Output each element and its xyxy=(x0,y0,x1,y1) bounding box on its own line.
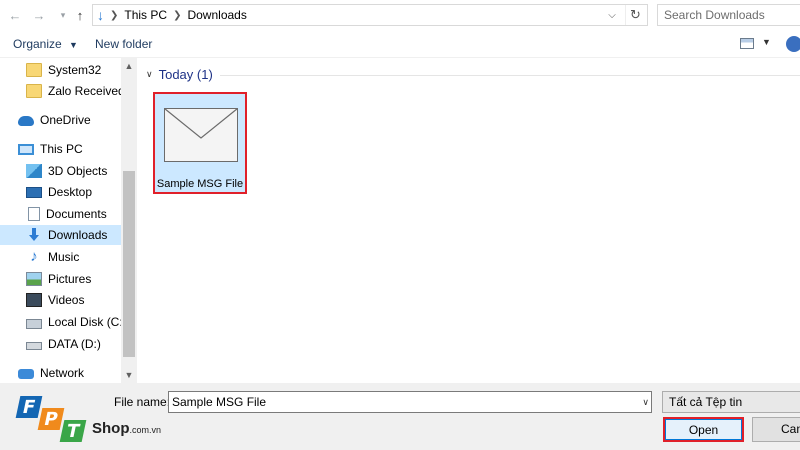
fpt-shop-logo: F P T Shop.com.vn xyxy=(8,390,178,448)
sidebar-item-label: DATA (D:) xyxy=(48,337,101,351)
sidebar-item-label: 3D Objects xyxy=(48,164,108,178)
help-icon[interactable] xyxy=(786,36,800,52)
file-name-input[interactable]: Sample MSG File ∨ xyxy=(168,391,652,413)
scroll-down-icon[interactable]: ▼ xyxy=(121,367,137,383)
desktop-icon xyxy=(26,186,42,198)
sidebar-item-label: Desktop xyxy=(48,185,93,199)
sidebar-item-data-d[interactable]: DATA (D:) xyxy=(0,334,121,354)
chevron-down-icon: ▼ xyxy=(69,40,78,50)
cancel-button[interactable]: Canc xyxy=(752,417,800,442)
pictures-icon xyxy=(26,272,42,286)
file-name-label: Sample MSG File xyxy=(156,178,244,190)
collapse-chevron-icon: ∨ xyxy=(146,69,153,79)
sidebar-item-desktop[interactable]: Desktop xyxy=(0,182,121,202)
downloads-location-icon: ↓ xyxy=(97,7,104,23)
pc-icon xyxy=(18,143,34,155)
forward-arrow-icon[interactable]: → xyxy=(30,6,48,24)
logo-shop-text: Shop.com.vn xyxy=(92,420,161,437)
sidebar-item-label: System32 xyxy=(48,63,102,77)
videos-icon xyxy=(26,293,42,307)
envelope-icon xyxy=(164,108,238,162)
onedrive-icon xyxy=(18,116,34,126)
sidebar-item-videos[interactable]: Videos xyxy=(0,290,121,310)
back-arrow-icon[interactable]: ← xyxy=(6,6,24,24)
organize-label: Organize xyxy=(13,37,62,51)
shop-word: Shop xyxy=(92,420,130,437)
breadcrumb-downloads[interactable]: Downloads xyxy=(187,8,246,22)
local-disk-icon xyxy=(26,318,42,329)
search-input[interactable]: Search Downloads xyxy=(657,4,800,26)
chevron-down-icon[interactable]: ∨ xyxy=(642,392,649,412)
logo-letter-f: F xyxy=(15,396,43,418)
sidebar-item-local-disk-c[interactable]: Local Disk (C:) xyxy=(0,312,127,332)
shop-domain: .com.vn xyxy=(129,425,162,435)
scroll-up-icon[interactable]: ▲ xyxy=(121,58,137,74)
folder-icon xyxy=(26,84,42,98)
folder-icon xyxy=(26,63,42,77)
recent-locations-chevron-icon[interactable]: ▾ xyxy=(54,6,72,24)
address-dropdown-icon[interactable]: ⌵ xyxy=(603,5,621,25)
breadcrumb-separator-icon: ❯ xyxy=(110,9,119,21)
documents-icon xyxy=(28,207,40,221)
sidebar-item-pictures[interactable]: Pictures xyxy=(0,269,121,289)
scrollbar-thumb[interactable] xyxy=(123,171,135,357)
sidebar-item-label: Pictures xyxy=(48,272,92,286)
file-type-select[interactable]: Tất cả Tệp tin xyxy=(662,391,800,413)
navigation-pane: System32 Zalo Received Fi OneDrive This … xyxy=(0,58,137,383)
address-row: ← → ▾ ↑ ↓ ❯ This PC ❯ Downloads ⌵ ↻ Sear… xyxy=(0,0,800,30)
group-header-today[interactable]: ∨ Today (1) xyxy=(146,67,213,82)
navigation-scrollbar[interactable]: ▲ ▼ xyxy=(121,58,137,383)
view-options-chevron-icon[interactable]: ▼ xyxy=(762,37,771,47)
sidebar-item-downloads[interactable]: Downloads xyxy=(0,225,121,245)
file-list: ∨ Today (1) Sample MSG File xyxy=(138,58,800,383)
3d-objects-icon xyxy=(26,164,42,178)
group-label: Today (1) xyxy=(158,67,213,82)
sidebar-item-documents[interactable]: Documents xyxy=(0,204,121,224)
sidebar-item-label: Local Disk (C:) xyxy=(48,315,127,329)
network-icon xyxy=(18,369,34,379)
command-bar: Organize ▼ New folder ▼ xyxy=(0,30,800,58)
sidebar-item-3d-objects[interactable]: 3D Objects xyxy=(0,161,121,181)
sidebar-item-zalo-received-files[interactable]: Zalo Received Fi xyxy=(0,81,137,101)
group-divider xyxy=(220,75,800,76)
file-name-value: Sample MSG File xyxy=(172,395,267,409)
downloads-icon xyxy=(26,228,42,242)
sidebar-item-label: Downloads xyxy=(48,228,108,242)
logo-letter-t: T xyxy=(59,420,87,442)
sidebar-item-onedrive[interactable]: OneDrive xyxy=(0,110,121,130)
sidebar-item-network[interactable]: Network xyxy=(0,363,121,383)
sidebar-item-this-pc[interactable]: This PC xyxy=(0,139,121,159)
sidebar-item-label: OneDrive xyxy=(40,113,91,127)
open-button[interactable]: Open xyxy=(663,417,744,442)
sidebar-item-music[interactable]: ♪ Music xyxy=(0,247,121,267)
sidebar-item-label: Videos xyxy=(48,293,85,307)
new-folder-button[interactable]: New folder xyxy=(95,37,152,51)
refresh-icon[interactable]: ↻ xyxy=(625,5,645,25)
organize-button[interactable]: Organize ▼ xyxy=(13,37,78,51)
change-view-icon[interactable] xyxy=(740,38,754,49)
drive-icon xyxy=(26,342,42,350)
music-icon: ♪ xyxy=(30,248,38,265)
logo-letter-p: P xyxy=(37,408,65,430)
sidebar-item-label: This PC xyxy=(40,142,83,156)
breadcrumb-this-pc[interactable]: This PC xyxy=(124,8,167,22)
file-item-sample-msg[interactable]: Sample MSG File xyxy=(153,92,247,194)
breadcrumb-separator-icon: ❯ xyxy=(173,9,182,21)
up-arrow-icon[interactable]: ↑ xyxy=(71,6,89,24)
address-bar[interactable]: ↓ ❯ This PC ❯ Downloads ⌵ ↻ xyxy=(92,4,648,26)
sidebar-item-label: Music xyxy=(48,250,80,264)
sidebar-item-label: Network xyxy=(40,366,85,380)
sidebar-item-system32[interactable]: System32 xyxy=(0,60,121,80)
sidebar-item-label: Documents xyxy=(46,207,107,221)
